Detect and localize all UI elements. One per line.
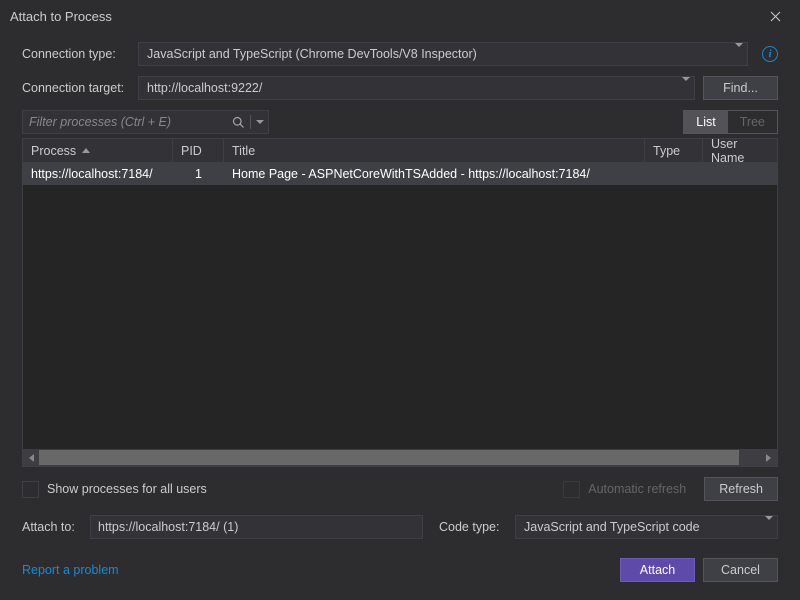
auto-refresh-label: Automatic refresh	[588, 482, 686, 496]
titlebar: Attach to Process	[0, 0, 800, 32]
show-all-users-checkbox[interactable]	[22, 481, 39, 498]
window-title: Attach to Process	[10, 9, 760, 24]
column-header-process-label: Process	[31, 144, 76, 158]
cancel-button[interactable]: Cancel	[703, 558, 778, 582]
scroll-track[interactable]	[39, 450, 761, 465]
show-all-users-label: Show processes for all users	[47, 482, 207, 496]
column-header-pid[interactable]: PID	[173, 139, 224, 162]
sort-ascending-icon	[82, 148, 90, 153]
scroll-right-icon[interactable]	[761, 450, 776, 465]
grid-header: Process PID Title Type User Name	[23, 139, 777, 163]
chevron-down-icon[interactable]	[256, 120, 264, 124]
attach-to-label: Attach to:	[22, 520, 82, 534]
connection-target-value: http://localhost:9222/	[147, 81, 262, 95]
auto-refresh-checkbox	[563, 481, 580, 498]
cell-process: https://localhost:7184/	[23, 167, 173, 181]
attach-to-value: https://localhost:7184/ (1)	[98, 520, 238, 534]
info-icon[interactable]: i	[762, 46, 778, 62]
connection-type-value: JavaScript and TypeScript (Chrome DevToo…	[147, 47, 477, 61]
horizontal-scrollbar[interactable]	[23, 449, 777, 466]
filter-input[interactable]: Filter processes (Ctrl + E)	[22, 110, 269, 134]
column-header-process[interactable]: Process	[23, 139, 173, 162]
attach-to-input[interactable]: https://localhost:7184/ (1)	[90, 515, 423, 539]
filter-placeholder: Filter processes (Ctrl + E)	[29, 115, 171, 129]
table-row[interactable]: https://localhost:7184/ 1 Home Page - AS…	[23, 163, 777, 185]
scroll-left-icon[interactable]	[24, 450, 39, 465]
find-button[interactable]: Find...	[703, 76, 778, 100]
chevron-down-icon	[735, 47, 743, 61]
dialog-footer: Report a problem Attach Cancel	[0, 546, 800, 600]
chevron-down-icon	[765, 520, 773, 534]
connection-type-label: Connection type:	[22, 47, 130, 61]
filter-toolbar: Filter processes (Ctrl + E) List Tree	[22, 110, 778, 134]
column-header-user[interactable]: User Name	[703, 139, 777, 162]
chevron-down-icon	[682, 81, 690, 95]
column-header-type[interactable]: Type	[645, 139, 703, 162]
connection-target-row: Connection target: http://localhost:9222…	[22, 76, 778, 100]
grid-body[interactable]: https://localhost:7184/ 1 Home Page - AS…	[23, 163, 777, 449]
cell-pid: 1	[173, 167, 224, 181]
connection-target-combo[interactable]: http://localhost:9222/	[138, 76, 695, 100]
search-icon	[232, 116, 245, 129]
close-button[interactable]	[760, 1, 790, 31]
list-view-button[interactable]: List	[684, 111, 727, 133]
cell-title: Home Page - ASPNetCoreWithTSAdded - http…	[224, 167, 645, 181]
close-icon	[770, 11, 781, 22]
scroll-thumb[interactable]	[39, 450, 739, 465]
connection-target-label: Connection target:	[22, 81, 130, 95]
code-type-value: JavaScript and TypeScript code	[524, 520, 700, 534]
refresh-button[interactable]: Refresh	[704, 477, 778, 501]
process-grid: Process PID Title Type User Name https:/…	[22, 138, 778, 467]
options-row: Show processes for all users Automatic r…	[22, 477, 778, 501]
tree-view-button[interactable]: Tree	[728, 111, 777, 133]
connection-type-combo[interactable]: JavaScript and TypeScript (Chrome DevToo…	[138, 42, 748, 66]
view-toggle: List Tree	[683, 110, 778, 134]
attach-button[interactable]: Attach	[620, 558, 695, 582]
code-type-combo[interactable]: JavaScript and TypeScript code	[515, 515, 778, 539]
column-header-title[interactable]: Title	[224, 139, 645, 162]
report-problem-link[interactable]: Report a problem	[22, 563, 119, 577]
attach-details-row: Attach to: https://localhost:7184/ (1) C…	[22, 515, 778, 539]
divider	[250, 115, 251, 129]
code-type-label: Code type:	[439, 520, 507, 534]
connection-type-row: Connection type: JavaScript and TypeScri…	[22, 42, 778, 66]
